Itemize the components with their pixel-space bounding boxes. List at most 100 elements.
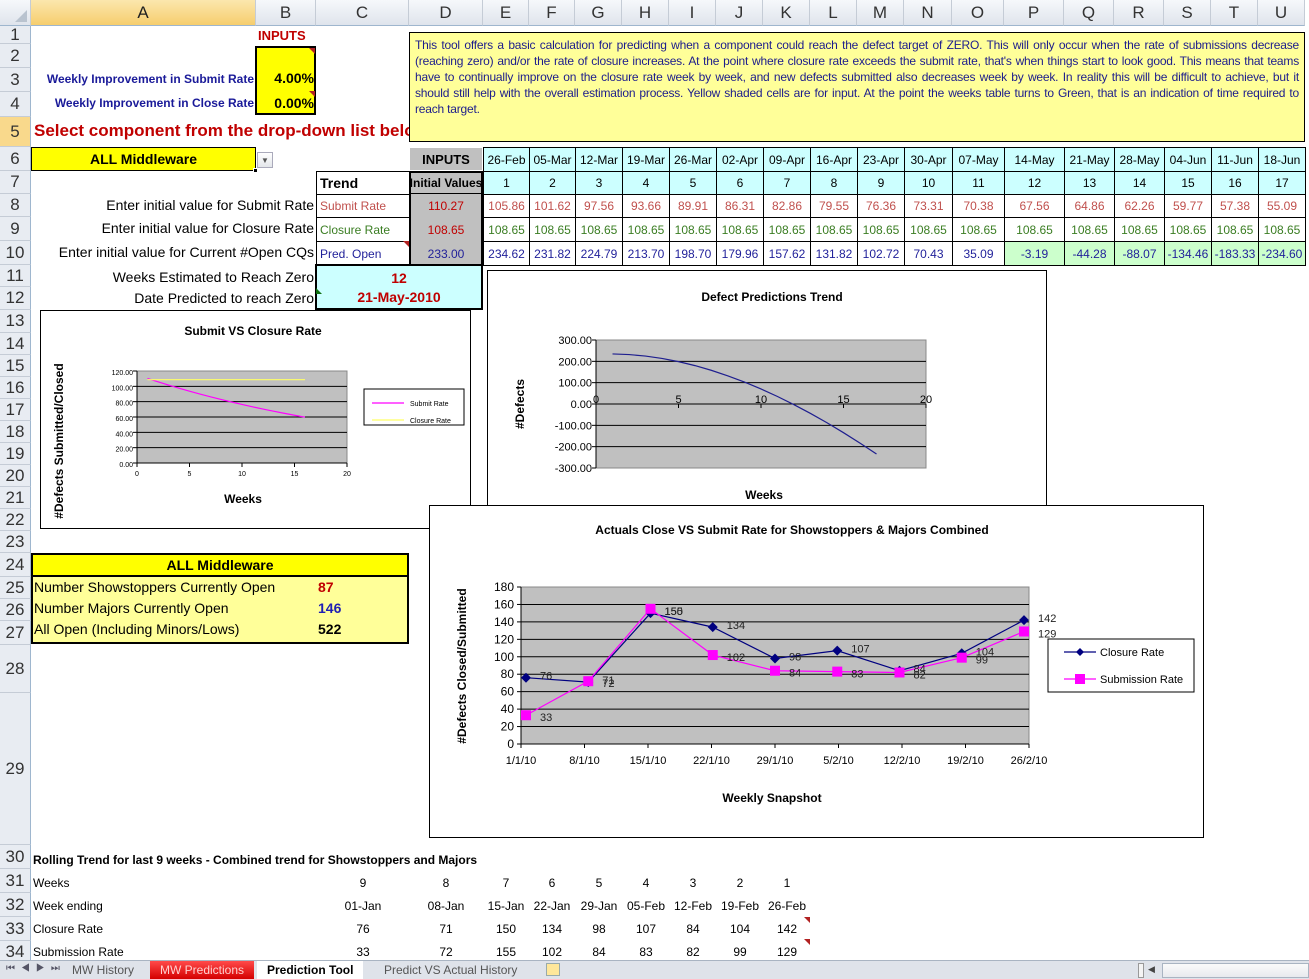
close-improvement-input[interactable]: 0.00%: [256, 95, 314, 111]
column-header-m[interactable]: M: [857, 0, 904, 26]
column-header-t[interactable]: T: [1211, 0, 1258, 26]
row-header-29[interactable]: 29: [0, 693, 31, 845]
row-header-12[interactable]: 12: [0, 287, 31, 310]
row-header-26[interactable]: 26: [0, 599, 31, 621]
column-header-f[interactable]: F: [529, 0, 575, 26]
chart-defect-predictions[interactable]: Defect Predictions Trend -300.00 -200.00 -1…: [487, 270, 1047, 510]
submit-rate-value: 105.86: [483, 194, 530, 218]
row-header-24[interactable]: 24: [0, 553, 31, 577]
row-header-30[interactable]: 30: [0, 845, 31, 869]
comment-indicator-icon: [403, 241, 409, 247]
column-header-k[interactable]: K: [763, 0, 810, 26]
column-header-o[interactable]: O: [952, 0, 1004, 26]
row-header-22[interactable]: 22: [0, 509, 31, 531]
summary-title: ALL Middleware: [33, 555, 407, 577]
row-header-17[interactable]: 17: [0, 399, 31, 421]
column-header-r[interactable]: R: [1114, 0, 1164, 26]
pred-open-value: -3.19: [1004, 241, 1065, 266]
row-header-19[interactable]: 19: [0, 443, 31, 465]
column-header-e[interactable]: E: [483, 0, 529, 26]
initial-input-pred-open[interactable]: 233.00: [409, 241, 483, 266]
tab-navigation-arrows[interactable]: ⏮◀▶⏭: [6, 963, 66, 974]
row-header-7[interactable]: 7: [0, 171, 31, 194]
row-header-15[interactable]: 15: [0, 355, 31, 377]
row-header-6[interactable]: 6: [0, 147, 31, 171]
x-tick-label: 20: [343, 471, 351, 478]
column-header-i[interactable]: I: [669, 0, 716, 26]
first-sheet-icon[interactable]: ⏮: [6, 963, 21, 974]
column-header-q[interactable]: Q: [1064, 0, 1114, 26]
summary-row: Number Showstoppers Currently Open 87: [33, 577, 407, 598]
row-header-14[interactable]: 14: [0, 333, 31, 355]
tab-split-handle[interactable]: [1138, 963, 1144, 978]
prev-sheet-icon[interactable]: ◀: [21, 963, 36, 974]
resize-handle[interactable]: [253, 168, 258, 173]
chart-actuals-close-vs-submit[interactable]: Actuals Close VS Submit Rate for Showsto…: [429, 505, 1204, 838]
column-header-h[interactable]: H: [622, 0, 669, 26]
error-indicator-icon: [316, 288, 322, 294]
scroll-left-icon[interactable]: ◀: [1148, 964, 1155, 975]
column-header-b[interactable]: B: [256, 0, 316, 26]
x-axis-label: Weeks: [224, 492, 262, 506]
row-header-18[interactable]: 18: [0, 421, 31, 443]
row-header-32[interactable]: 32: [0, 893, 31, 917]
next-sheet-icon[interactable]: ▶: [36, 963, 51, 974]
row-header-33[interactable]: 33: [0, 917, 31, 941]
row-header-25[interactable]: 25: [0, 577, 31, 599]
row-header-16[interactable]: 16: [0, 377, 31, 399]
y-tick-label: 0.00: [119, 462, 133, 469]
column-header-l[interactable]: L: [810, 0, 857, 26]
row-header-11[interactable]: 11: [0, 265, 31, 287]
sheet-tab-prediction-tool[interactable]: Prediction Tool: [257, 961, 364, 979]
insert-sheet-icon[interactable]: [546, 963, 560, 976]
initial-input-submit-rate[interactable]: 110.27: [409, 194, 483, 218]
row-header-2[interactable]: 2: [0, 44, 31, 68]
data-label: 155: [665, 606, 683, 618]
column-header-g[interactable]: G: [575, 0, 622, 26]
row-header-5[interactable]: 5: [0, 117, 31, 147]
component-dropdown[interactable]: ALL Middleware: [31, 147, 256, 171]
weeks-estimate-label: Weeks Estimated to Reach Zero: [112, 269, 314, 285]
sheet-tab-mw-predictions[interactable]: MW Predictions: [150, 961, 255, 979]
column-header-p[interactable]: P: [1004, 0, 1064, 26]
rolling-week-ending-value: 26-Feb: [767, 899, 807, 913]
row-header-9[interactable]: 9: [0, 217, 31, 241]
row-header-13[interactable]: 13: [0, 310, 31, 333]
select-all-corner[interactable]: [0, 0, 31, 26]
row-header-23[interactable]: 23: [0, 531, 31, 553]
submit-improvement-input[interactable]: 4.00%: [256, 70, 314, 86]
column-header-c[interactable]: C: [316, 0, 409, 26]
column-header-j[interactable]: J: [716, 0, 763, 26]
column-header-a[interactable]: A: [31, 0, 256, 26]
chart-submit-vs-closure[interactable]: Submit VS Closure Rate 0.00 20.00 40.00 60.0…: [40, 310, 471, 529]
summary-row-label: Number Majors Currently Open: [34, 600, 229, 616]
x-tick-label: 1/1/10: [506, 755, 537, 767]
row-header-31[interactable]: 31: [0, 869, 31, 893]
sheet-tab-predict-vs-actual-history[interactable]: Predict VS Actual History: [374, 961, 527, 979]
row-header-21[interactable]: 21: [0, 487, 31, 509]
submit-rate-value: 59.77: [1164, 194, 1212, 218]
initial-input-closure-rate[interactable]: 108.65: [409, 217, 483, 242]
horizontal-scrollbar[interactable]: [1162, 963, 1309, 978]
column-header-d[interactable]: D: [409, 0, 483, 26]
column-header-s[interactable]: S: [1164, 0, 1211, 26]
spreadsheet: ABCDEFGHIJKLMNOPQRSTU 1 2 3 4 5 6 7 8 9 10 11 12 13 1…: [0, 0, 1309, 979]
week-date-header: 26-Mar: [669, 147, 717, 172]
week-number-header: 6: [716, 171, 764, 195]
row-header-3[interactable]: 3: [0, 68, 31, 92]
sheet-tab-mw-history[interactable]: MW History: [62, 961, 144, 979]
row-header-10[interactable]: 10: [0, 241, 31, 265]
row-header-4[interactable]: 4: [0, 92, 31, 117]
dropdown-arrow-icon[interactable]: ▼: [257, 152, 273, 168]
column-header-n[interactable]: N: [904, 0, 952, 26]
row-header-28[interactable]: 28: [0, 645, 31, 693]
y-tick-label: 120.00: [112, 370, 134, 377]
closure-rate-value: 108.65: [1004, 217, 1065, 242]
row-header-20[interactable]: 20: [0, 465, 31, 487]
column-header-u[interactable]: U: [1258, 0, 1305, 26]
y-tick-label: 100: [494, 650, 514, 664]
trend-label-pred-open: Pred. Open: [316, 241, 410, 266]
row-header-8[interactable]: 8: [0, 194, 31, 217]
row-header-27[interactable]: 27: [0, 621, 31, 645]
row-header-1[interactable]: 1: [0, 25, 31, 44]
